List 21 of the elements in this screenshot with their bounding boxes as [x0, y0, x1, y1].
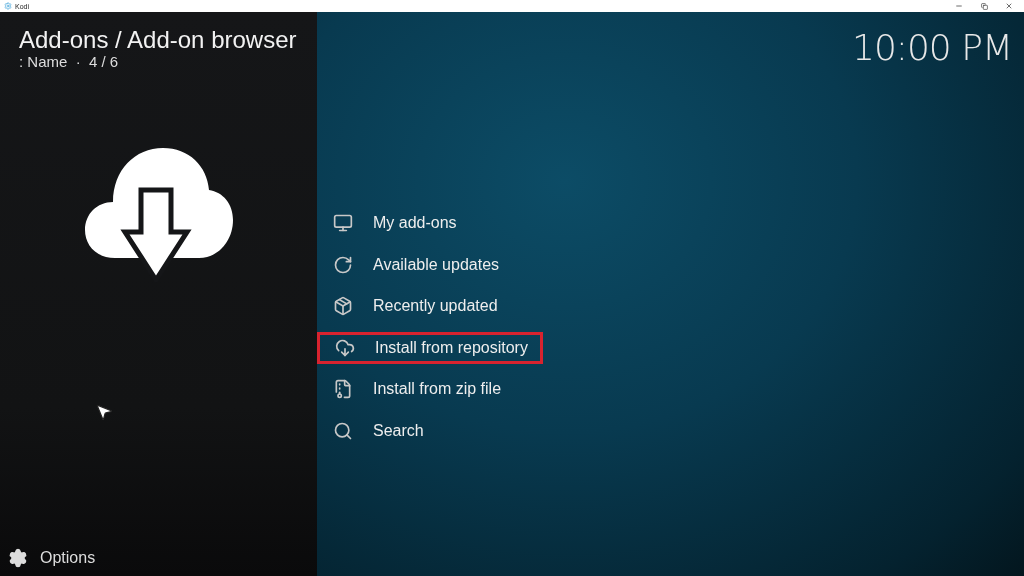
clock: 10:00 PM [852, 26, 1012, 70]
mouse-cursor-icon [94, 402, 114, 422]
sort-info: : Name · 4 / 6 [18, 54, 119, 70]
app-icon [4, 2, 12, 10]
cloud-download-icon [335, 337, 355, 358]
page-title: Add-ons / Add-on browser [18, 26, 297, 54]
monitor-icon [333, 213, 353, 233]
menu-item[interactable]: Available updates [317, 248, 543, 281]
options-button[interactable]: Options [0, 548, 96, 568]
close-icon[interactable] [1005, 2, 1013, 10]
search-icon [333, 420, 353, 441]
restore-icon[interactable] [980, 2, 988, 10]
menu-item[interactable]: Install from zip file [317, 373, 543, 405]
menu-item[interactable]: Recently updated [317, 290, 543, 322]
refresh-icon [333, 254, 353, 275]
archive-icon [333, 379, 353, 399]
settings-icon [8, 548, 28, 568]
menu-item[interactable]: My add-ons [317, 207, 543, 239]
box-icon [333, 296, 353, 316]
menu-item[interactable]: Install from repository [317, 331, 543, 364]
menu-item[interactable]: Search [317, 414, 543, 447]
